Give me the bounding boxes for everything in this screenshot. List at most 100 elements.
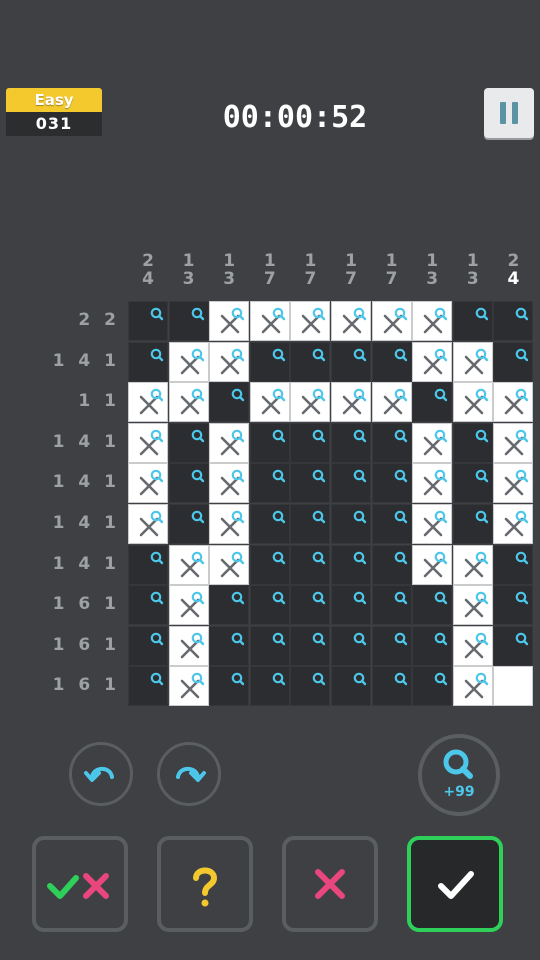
- grid-cell-crossed[interactable]: [290, 301, 331, 341]
- grid-cell-filled[interactable]: [290, 504, 331, 544]
- grid-cell-crossed[interactable]: [209, 422, 250, 463]
- grid-cell-filled[interactable]: [371, 625, 412, 666]
- grid-cell-crossed[interactable]: [452, 544, 493, 585]
- grid-cell-filled[interactable]: [493, 544, 534, 585]
- grid-cell-filled[interactable]: [412, 382, 453, 423]
- grid-cell-filled[interactable]: [290, 422, 331, 463]
- grid-cell-filled[interactable]: [209, 382, 250, 423]
- grid-cell-filled[interactable]: [452, 301, 493, 341]
- fill-tool-button[interactable]: [407, 836, 503, 932]
- grid-cell-filled[interactable]: [331, 463, 371, 504]
- grid-cell-filled[interactable]: [128, 666, 168, 707]
- grid-cell-crossed[interactable]: [168, 544, 209, 585]
- grid-cell-crossed[interactable]: [128, 422, 168, 463]
- grid-cell-filled[interactable]: [290, 625, 331, 666]
- grid-cell-filled[interactable]: [290, 585, 331, 626]
- grid-cell-filled[interactable]: [209, 625, 250, 666]
- grid-cell-filled[interactable]: [168, 422, 209, 463]
- grid-cell-filled[interactable]: [331, 341, 371, 382]
- cross-tool-button[interactable]: [282, 836, 378, 932]
- grid-cell-filled[interactable]: [128, 585, 168, 626]
- grid-cell-filled[interactable]: [249, 504, 290, 544]
- grid-cell-filled[interactable]: [249, 585, 290, 626]
- grid-cell-filled[interactable]: [412, 666, 453, 707]
- grid-cell-crossed[interactable]: [290, 382, 331, 423]
- grid-cell-crossed[interactable]: [452, 625, 493, 666]
- grid-cell-crossed[interactable]: [168, 625, 209, 666]
- grid-cell-filled[interactable]: [371, 341, 412, 382]
- grid-cell-filled[interactable]: [493, 301, 534, 341]
- grid-cell-filled[interactable]: [209, 585, 250, 626]
- grid-cell-crossed[interactable]: [371, 301, 412, 341]
- grid-cell-filled[interactable]: [249, 341, 290, 382]
- grid-cell-crossed[interactable]: [249, 382, 290, 423]
- grid-cell-filled[interactable]: [331, 504, 371, 544]
- grid-cell-crossed[interactable]: [493, 463, 534, 504]
- grid-cell-filled[interactable]: [249, 666, 290, 707]
- grid-cell-filled[interactable]: [371, 463, 412, 504]
- grid-cell-filled[interactable]: [452, 504, 493, 544]
- grid-cell-filled[interactable]: [371, 585, 412, 626]
- grid-cell-filled[interactable]: [290, 544, 331, 585]
- grid-cell-filled[interactable]: [290, 666, 331, 707]
- grid-cell-empty[interactable]: [493, 666, 534, 707]
- grid-cell-crossed[interactable]: [168, 341, 209, 382]
- grid-cell-crossed[interactable]: [412, 504, 453, 544]
- grid-cell-filled[interactable]: [493, 341, 534, 382]
- grid-cell-filled[interactable]: [128, 625, 168, 666]
- grid-cell-crossed[interactable]: [249, 301, 290, 341]
- grid-cell-filled[interactable]: [249, 422, 290, 463]
- grid-cell-filled[interactable]: [331, 666, 371, 707]
- grid-cell-crossed[interactable]: [452, 585, 493, 626]
- grid-cell-crossed[interactable]: [331, 301, 371, 341]
- grid-cell-filled[interactable]: [331, 544, 371, 585]
- redo-button[interactable]: [157, 742, 221, 806]
- question-tool-button[interactable]: [157, 836, 253, 932]
- hint-button[interactable]: +99: [418, 734, 500, 816]
- grid-cell-filled[interactable]: [331, 585, 371, 626]
- grid-cell-filled[interactable]: [168, 463, 209, 504]
- grid-cell-filled[interactable]: [371, 504, 412, 544]
- grid-cell-filled[interactable]: [452, 422, 493, 463]
- grid-cell-crossed[interactable]: [412, 301, 453, 341]
- grid-cell-filled[interactable]: [128, 341, 168, 382]
- grid-cell-filled[interactable]: [331, 625, 371, 666]
- grid-cell-crossed[interactable]: [331, 382, 371, 423]
- grid-cell-filled[interactable]: [493, 585, 534, 626]
- grid-cell-filled[interactable]: [128, 544, 168, 585]
- puzzle-grid[interactable]: [128, 301, 534, 707]
- grid-cell-crossed[interactable]: [209, 463, 250, 504]
- grid-cell-filled[interactable]: [371, 666, 412, 707]
- grid-cell-crossed[interactable]: [209, 544, 250, 585]
- grid-cell-crossed[interactable]: [128, 463, 168, 504]
- grid-cell-crossed[interactable]: [452, 382, 493, 423]
- grid-cell-filled[interactable]: [290, 341, 331, 382]
- grid-cell-filled[interactable]: [290, 463, 331, 504]
- grid-cell-filled[interactable]: [249, 625, 290, 666]
- grid-cell-crossed[interactable]: [412, 341, 453, 382]
- grid-cell-filled[interactable]: [371, 544, 412, 585]
- grid-cell-crossed[interactable]: [493, 422, 534, 463]
- grid-cell-crossed[interactable]: [168, 585, 209, 626]
- grid-cell-crossed[interactable]: [209, 341, 250, 382]
- grid-cell-crossed[interactable]: [371, 382, 412, 423]
- grid-cell-crossed[interactable]: [493, 382, 534, 423]
- pause-button[interactable]: [484, 88, 534, 138]
- undo-button[interactable]: [69, 742, 133, 806]
- grid-cell-filled[interactable]: [209, 666, 250, 707]
- grid-cell-filled[interactable]: [249, 544, 290, 585]
- grid-cell-filled[interactable]: [493, 625, 534, 666]
- grid-cell-filled[interactable]: [452, 463, 493, 504]
- grid-cell-crossed[interactable]: [412, 544, 453, 585]
- grid-cell-crossed[interactable]: [168, 382, 209, 423]
- grid-cell-crossed[interactable]: [452, 341, 493, 382]
- grid-cell-crossed[interactable]: [412, 422, 453, 463]
- grid-cell-filled[interactable]: [331, 422, 371, 463]
- grid-cell-crossed[interactable]: [128, 504, 168, 544]
- auto-mark-tool-button[interactable]: [32, 836, 128, 932]
- grid-cell-filled[interactable]: [168, 301, 209, 341]
- grid-cell-crossed[interactable]: [209, 504, 250, 544]
- grid-cell-filled[interactable]: [249, 463, 290, 504]
- grid-cell-filled[interactable]: [128, 301, 168, 341]
- grid-cell-crossed[interactable]: [168, 666, 209, 707]
